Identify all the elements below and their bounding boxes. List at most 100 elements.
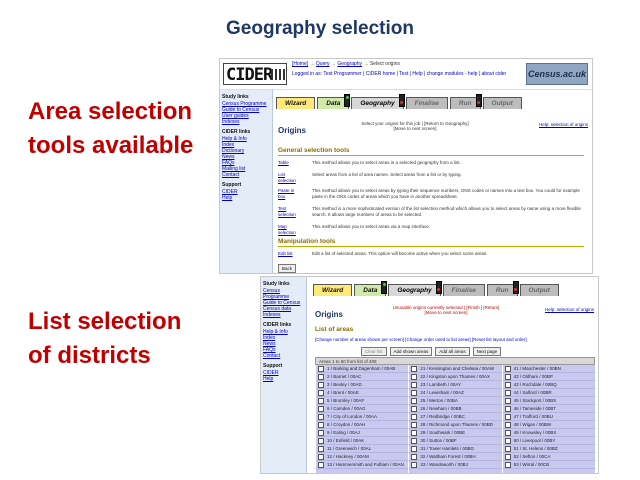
area-list-item[interactable]: 2 / Barnet / 00AC — [316, 373, 409, 381]
area-checkbox[interactable] — [504, 397, 511, 404]
sidebar-link[interactable]: Indexes — [222, 119, 270, 125]
area-list-item[interactable]: 28 / Richmond upon Thames / 00BD — [409, 421, 502, 429]
breadcrumb-geography[interactable]: Geography — [337, 61, 362, 67]
area-checkbox[interactable] — [504, 445, 511, 452]
area-checkbox[interactable] — [411, 461, 418, 468]
area-checkbox[interactable] — [318, 461, 324, 468]
area-checkbox[interactable] — [411, 389, 418, 396]
area-checkbox[interactable] — [504, 429, 511, 436]
area-checkbox[interactable] — [504, 365, 511, 372]
area-list-item[interactable]: 42 / Oldham / 00BP — [502, 373, 595, 381]
area-list-item[interactable]: 4 / Brent / 00AE — [316, 389, 409, 397]
tab-output[interactable]: Output — [482, 97, 522, 109]
area-list-item[interactable]: 22 / Kingston upon Thames / 00AX — [409, 373, 502, 381]
area-checkbox[interactable] — [504, 421, 511, 428]
area-list-item[interactable]: 47 / Trafford / 00BU — [502, 413, 595, 421]
tab-finalise[interactable]: Finalise — [405, 97, 448, 109]
sidebar-link[interactable]: Census Programme — [263, 288, 304, 300]
area-list-item[interactable]: 25 / Merton / 00BA — [409, 397, 502, 405]
area-list-item[interactable]: 23 / Lambeth / 00AY — [409, 381, 502, 389]
area-list-item[interactable]: 48 / Wigan / 00BW — [502, 421, 595, 429]
area-checkbox[interactable] — [318, 429, 324, 436]
help-link[interactable]: Help: selection of origins — [545, 307, 594, 312]
sidebar-link[interactable]: Contact — [263, 353, 304, 359]
area-list-item[interactable]: 1 / Barking and Dagenham / 00AB — [316, 365, 409, 373]
area-checkbox[interactable] — [411, 429, 418, 436]
area-checkbox[interactable] — [411, 397, 418, 404]
area-list-item[interactable]: 9 / Ealing / 00AJ — [316, 429, 409, 437]
area-checkbox[interactable] — [411, 445, 418, 452]
area-checkbox[interactable] — [318, 381, 324, 388]
header-links[interactable]: Logged in as: Test Programmer | CIDER ho… — [292, 71, 512, 78]
area-list-item[interactable]: 13 / Hammersmith and Fulham / 00AN — [316, 461, 409, 469]
origins-subhead[interactable]: Unusable origins currently selected | [F… — [391, 305, 501, 315]
area-list-item[interactable]: 10 / Enfield / 00AK — [316, 437, 409, 445]
area-list-item[interactable]: 44 / Salford / 00BR — [502, 389, 595, 397]
tab-geography[interactable]: Geography — [388, 281, 442, 296]
tab-geography[interactable]: Geography — [351, 94, 405, 109]
area-checkbox[interactable] — [411, 413, 418, 420]
area-checkbox[interactable] — [318, 365, 324, 372]
area-list-item[interactable]: 33 / Wandsworth / 00BJ — [409, 461, 502, 469]
sidebar-link[interactable]: Help — [263, 376, 304, 382]
area-checkbox[interactable] — [504, 405, 511, 412]
clear-list-button[interactable]: Clear list — [361, 347, 387, 356]
area-list-item[interactable]: 24 / Lewisham / 00AZ — [409, 389, 502, 397]
breadcrumb-query[interactable]: Query — [316, 61, 330, 67]
area-list-item[interactable]: 3 / Bexley / 00AD — [316, 381, 409, 389]
area-checkbox[interactable] — [318, 389, 324, 396]
sidebar-link[interactable]: Help — [222, 195, 270, 201]
help-link[interactable]: Help: selection of origins — [539, 122, 588, 127]
area-checkbox[interactable] — [318, 397, 324, 404]
area-checkbox[interactable] — [411, 405, 418, 412]
area-list-item[interactable]: 52 / Sefton / 00CA — [502, 453, 595, 461]
area-list-item[interactable]: 49 / Knowsley / 00BX — [502, 429, 595, 437]
area-list-item[interactable]: 41 / Manchester / 00BN — [502, 365, 595, 373]
area-checkbox[interactable] — [504, 437, 511, 444]
tab-output[interactable]: Output — [519, 284, 559, 296]
tab-data[interactable]: Data — [354, 281, 388, 296]
breadcrumb-home[interactable]: [Home] — [292, 61, 308, 67]
area-checkbox[interactable] — [318, 437, 324, 444]
add-shown-areas-button[interactable]: Add shown areas — [389, 347, 433, 356]
tool-link-paste[interactable]: Paste in box — [278, 188, 300, 200]
area-list-item[interactable]: 29 / Southwark / 00BE — [409, 429, 502, 437]
area-checkbox[interactable] — [411, 421, 418, 428]
next-page-button[interactable]: Next page — [472, 347, 502, 356]
area-list-item[interactable]: 51 / St. Helens / 00BZ — [502, 445, 595, 453]
area-checkbox[interactable] — [411, 453, 418, 460]
area-checkbox[interactable] — [504, 453, 511, 460]
back-button[interactable]: Back — [278, 264, 296, 273]
origins-subhead[interactable]: Select your origins for this job | [Retu… — [360, 121, 470, 131]
area-list-item[interactable]: 11 / Greenwich / 00AL — [316, 445, 409, 453]
area-list-item[interactable]: 30 / Sutton / 00BF — [409, 437, 502, 445]
area-list-item[interactable]: 21 / Kensington and Chelsea / 00AW — [409, 365, 502, 373]
area-list-item[interactable]: 45 / Stockport / 00BS — [502, 397, 595, 405]
sidebar-link[interactable]: Contact — [222, 172, 270, 178]
sidebar-link[interactable]: Indexes — [263, 312, 304, 318]
area-checkbox[interactable] — [318, 405, 324, 412]
tool-link-list[interactable]: List selection — [278, 172, 300, 184]
tool-link-text[interactable]: Text selection — [278, 206, 300, 218]
area-checkbox[interactable] — [318, 413, 324, 420]
area-checkbox[interactable] — [411, 381, 418, 388]
area-checkbox[interactable] — [504, 413, 511, 420]
area-list-item[interactable]: 5 / Bromley / 00AF — [316, 397, 409, 405]
list-options-links[interactable]: [Change number of areas shown per screen… — [315, 337, 527, 342]
area-checkbox[interactable] — [504, 389, 511, 396]
area-list-item[interactable]: 8 / Croydon / 00AH — [316, 421, 409, 429]
tab-finalise[interactable]: Finalise — [442, 284, 485, 296]
area-checkbox[interactable] — [318, 453, 324, 460]
area-checkbox[interactable] — [318, 445, 324, 452]
area-list-item[interactable]: 27 / Redbridge / 00BC — [409, 413, 502, 421]
area-list-item[interactable]: 7 / City of London / 00AA — [316, 413, 409, 421]
tool-link-edit[interactable]: Edit list — [278, 251, 300, 257]
area-list-item[interactable]: 6 / Camden / 00AG — [316, 405, 409, 413]
area-checkbox[interactable] — [411, 437, 418, 444]
tab-wizard[interactable]: Wizard — [313, 284, 353, 296]
area-checkbox[interactable] — [318, 373, 324, 380]
tool-link-table[interactable]: Table — [278, 160, 300, 166]
area-list-item[interactable]: 32 / Waltham Forest / 00BH — [409, 453, 502, 461]
tool-link-map[interactable]: Map selection — [278, 224, 300, 236]
tab-run[interactable]: Run — [486, 281, 519, 296]
